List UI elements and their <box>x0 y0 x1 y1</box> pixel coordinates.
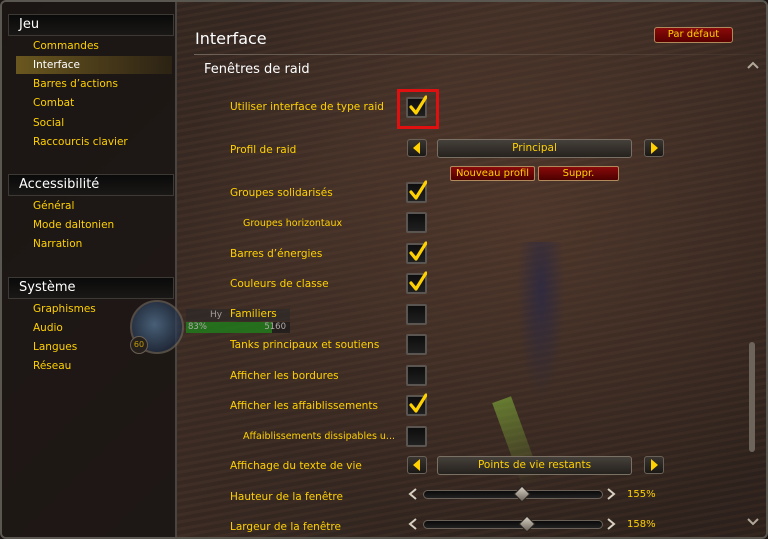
arrow-right-icon[interactable] <box>606 488 616 500</box>
use-raid-interface-label: Utiliser interface de type raid <box>230 101 384 113</box>
check-icon <box>409 241 427 261</box>
dispellable-debuffs-label: Affaiblissements dissipables u... <box>243 431 395 442</box>
main-tanks-label: Tanks principaux et soutiens <box>230 339 380 351</box>
dispellable-debuffs-checkbox[interactable] <box>406 426 427 447</box>
borders-checkbox[interactable] <box>406 365 427 386</box>
raid-profile-next-button[interactable] <box>644 139 664 157</box>
sidebar-item-reseau[interactable]: Réseau <box>16 357 172 375</box>
settings-sidebar: Jeu Commandes Interface Barres d’actions… <box>2 2 177 537</box>
keep-groups-checkbox[interactable] <box>406 180 427 203</box>
chevron-down-icon[interactable] <box>747 517 759 527</box>
raid-profile-prev-button[interactable] <box>407 139 427 157</box>
arrow-left-icon[interactable] <box>408 518 418 530</box>
frame-height-value: 155% <box>627 489 656 500</box>
sidebar-item-narration[interactable]: Narration <box>16 235 172 253</box>
class-colors-checkbox[interactable] <box>406 271 427 294</box>
sidebar-item-commandes[interactable]: Commandes <box>16 37 172 55</box>
arrow-right-icon <box>651 142 658 154</box>
frame-width-slider[interactable] <box>423 515 603 533</box>
settings-window: Jeu Commandes Interface Barres d’actions… <box>0 0 768 539</box>
health-text-dropdown[interactable]: Points de vie restants <box>437 456 632 475</box>
category-header-accessibilite[interactable]: Accessibilité <box>8 174 174 196</box>
power-bars-label: Barres d’énergies <box>230 248 323 260</box>
pets-label: Familiers <box>230 308 277 320</box>
sidebar-item-barres-actions[interactable]: Barres d’actions <box>16 75 172 93</box>
keep-groups-label: Groupes solidarisés <box>230 187 333 199</box>
check-icon <box>409 393 427 413</box>
reset-defaults-button[interactable]: Par défaut <box>654 27 733 43</box>
raid-profile-dropdown[interactable]: Principal <box>437 139 632 158</box>
chevron-up-icon[interactable] <box>747 60 759 70</box>
settings-scrollbar[interactable] <box>747 61 759 526</box>
title-divider <box>194 54 762 55</box>
arrow-left-icon[interactable] <box>408 488 418 500</box>
debuffs-checkbox[interactable] <box>406 393 427 416</box>
arrow-right-icon[interactable] <box>606 518 616 530</box>
sidebar-item-general[interactable]: Général <box>16 197 172 215</box>
horizontal-groups-label: Groupes horizontaux <box>243 218 343 229</box>
focus-highlight-box <box>397 89 439 129</box>
category-header-systeme[interactable]: Système <box>8 277 174 299</box>
frame-width-label: Largeur de la fenêtre <box>230 521 341 533</box>
health-text-label: Affichage du texte de vie <box>230 460 362 472</box>
arrow-left-icon <box>413 142 420 154</box>
new-profile-button[interactable]: Nouveau profil <box>450 166 535 181</box>
horizontal-groups-checkbox[interactable] <box>406 212 427 233</box>
check-icon <box>409 271 427 291</box>
section-title: Fenêtres de raid <box>204 62 310 77</box>
health-bar: 83% 5160 <box>186 322 290 333</box>
page-title: Interface <box>195 29 267 48</box>
raid-profile-label: Profil de raid <box>230 144 297 156</box>
debuffs-label: Afficher les affaiblissements <box>230 400 378 412</box>
power-bars-checkbox[interactable] <box>406 241 427 264</box>
health-value: 5160 <box>264 322 286 332</box>
sidebar-item-mode-daltonien[interactable]: Mode daltonien <box>16 216 172 234</box>
frame-height-slider[interactable] <box>423 485 603 503</box>
category-header-jeu[interactable]: Jeu <box>8 14 174 36</box>
sidebar-item-raccourcis[interactable]: Raccourcis clavier <box>16 133 172 151</box>
class-colors-label: Couleurs de classe <box>230 278 329 290</box>
health-text-next-button[interactable] <box>644 456 664 474</box>
delete-profile-button[interactable]: Suppr. <box>538 166 619 181</box>
check-icon <box>409 180 427 200</box>
borders-label: Afficher les bordures <box>230 370 339 382</box>
arrow-left-icon <box>413 459 420 471</box>
sidebar-item-combat[interactable]: Combat <box>16 94 172 112</box>
frame-width-value: 158% <box>627 519 656 530</box>
main-tanks-checkbox[interactable] <box>406 334 427 355</box>
pets-checkbox[interactable] <box>406 304 427 325</box>
health-percent: 83% <box>188 322 207 332</box>
arrow-right-icon <box>651 459 658 471</box>
sidebar-item-interface[interactable]: Interface <box>16 56 172 74</box>
health-text-prev-button[interactable] <box>407 456 427 474</box>
scrollbar-thumb[interactable] <box>749 342 755 452</box>
character-silhouette <box>517 242 565 402</box>
sidebar-item-social[interactable]: Social <box>16 114 172 132</box>
level-badge: 60 <box>130 336 148 354</box>
frame-height-label: Hauteur de la fenêtre <box>230 491 343 503</box>
